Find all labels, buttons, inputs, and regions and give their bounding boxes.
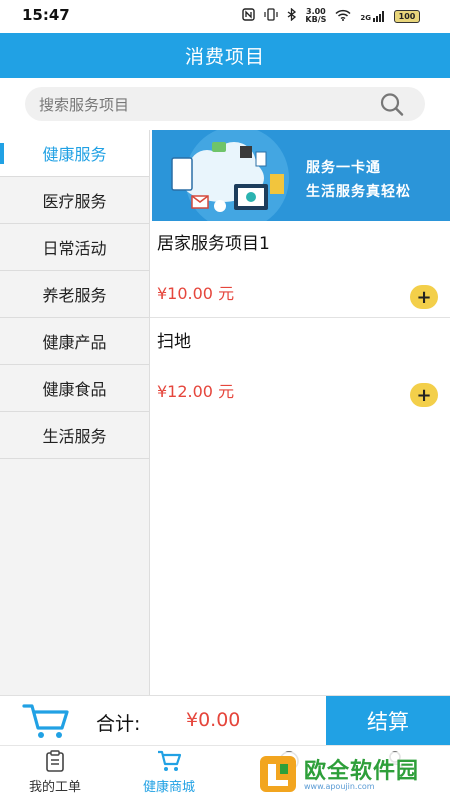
product-card[interactable]: 居家服务项目1 ¥10.00 元 + <box>150 221 450 318</box>
sidebar-item-label: 健康产品 <box>42 333 107 352</box>
shopping-cart-icon[interactable] <box>22 702 70 740</box>
watermark: 欧全软件园 www.apoujin.com <box>258 752 444 796</box>
page-title: 消费项目 <box>184 46 265 68</box>
sidebar-item-life-service[interactable]: 生活服务 <box>0 412 149 459</box>
battery-icon: 100 <box>394 9 420 23</box>
total-label: 合计: <box>96 713 141 735</box>
nav-label: 健康商城 <box>142 780 195 795</box>
sidebar-item-label: 健康服务 <box>42 145 107 164</box>
sidebar-item-health-food[interactable]: 健康食品 <box>0 365 149 412</box>
sidebar-item-label: 健康食品 <box>42 380 107 399</box>
product-price: ¥10.00 元 <box>157 284 235 303</box>
title-bar: 消费项目 <box>0 33 450 78</box>
sidebar-item-label: 医疗服务 <box>42 192 107 211</box>
product-name: 居家服务项目1 <box>157 234 270 254</box>
search-icon[interactable] <box>379 92 405 116</box>
clipboard-icon <box>46 750 64 772</box>
category-sidebar: 健康服务 医疗服务 日常活动 养老服务 健康产品 健康食品 生活服务 <box>0 130 150 695</box>
product-price: ¥12.00 元 <box>157 382 235 401</box>
plus-icon: + <box>416 286 432 308</box>
cart-nav-icon <box>158 750 181 771</box>
banner-line-2: 生活服务真轻松 <box>306 184 411 200</box>
search-input[interactable]: 搜索服务项目 <box>25 87 425 121</box>
cart-bar: 合计: ¥0.00 结算 <box>0 695 450 746</box>
signal-icon: 2G <box>360 10 385 22</box>
status-bar: 15:47 3.00 KB/S 2G 100 <box>0 0 450 33</box>
sidebar-item-medical-service[interactable]: 医疗服务 <box>0 177 149 224</box>
wifi-icon <box>335 9 351 24</box>
watermark-logo <box>260 756 296 792</box>
checkout-button[interactable]: 结算 <box>326 696 450 746</box>
total-amount: ¥0.00 <box>186 709 241 731</box>
nav-health-mall[interactable]: 健康商城 <box>124 748 214 798</box>
bluetooth-icon <box>287 7 297 24</box>
product-name: 扫地 <box>157 332 191 352</box>
network-speed: 3.00 KB/S <box>305 7 327 24</box>
nfc-icon <box>242 8 256 24</box>
status-icons: 3.00 KB/S 2G 100 <box>242 8 420 24</box>
nav-my-orders[interactable]: 我的工单 <box>10 748 100 798</box>
sidebar-item-health-products[interactable]: 健康产品 <box>0 318 149 365</box>
cloud-devices-illustration <box>171 130 289 221</box>
promo-banner[interactable]: 服务一卡通 生活服务真轻松 <box>152 130 450 221</box>
nav-label: 我的工单 <box>28 780 81 795</box>
add-to-cart-button[interactable]: + <box>410 285 438 309</box>
sidebar-item-elderly-care[interactable]: 养老服务 <box>0 271 149 318</box>
watermark-url: www.apoujin.com <box>304 782 375 791</box>
add-to-cart-button[interactable]: + <box>410 383 438 407</box>
search-placeholder: 搜索服务项目 <box>39 95 130 114</box>
sidebar-item-health-service[interactable]: 健康服务 <box>0 130 149 177</box>
status-time: 15:47 <box>22 6 70 24</box>
sidebar-item-label: 养老服务 <box>42 286 107 305</box>
sidebar-item-label: 生活服务 <box>42 427 107 446</box>
product-card[interactable]: 扫地 ¥12.00 元 + <box>150 319 450 416</box>
sidebar-item-daily-activities[interactable]: 日常活动 <box>0 224 149 271</box>
plus-icon: + <box>416 384 432 406</box>
watermark-text: 欧全软件园 <box>304 759 420 784</box>
banner-line-1: 服务一卡通 <box>306 160 381 176</box>
sidebar-item-label: 日常活动 <box>42 239 107 258</box>
search-bar: 搜索服务项目 <box>0 78 450 130</box>
product-list-area: 服务一卡通 生活服务真轻松 居家服务项目1 ¥10.00 元 + 扫地 ¥12.… <box>150 130 450 695</box>
vibrate-icon <box>264 8 278 24</box>
